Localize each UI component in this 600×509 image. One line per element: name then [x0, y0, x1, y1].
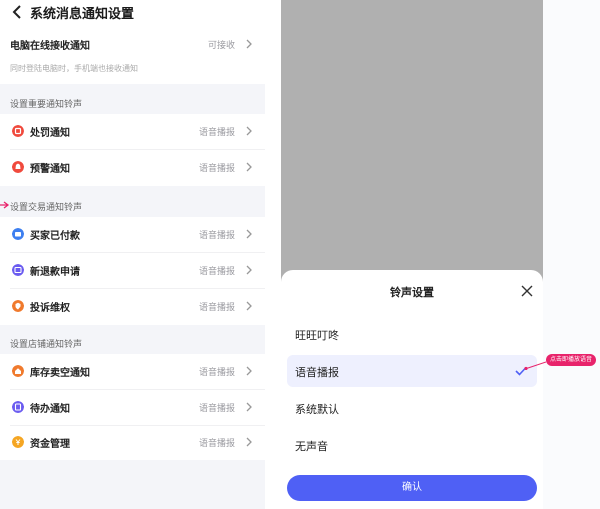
callout-badge: 点击即播放语音 — [546, 354, 597, 366]
chevron-right-icon — [246, 366, 252, 376]
pc-notify-title: 电脑在线接收通知 — [10, 41, 90, 52]
ringtone-sheet: 铃声设置 旺旺叮咚 语音播报 系统默认 无声音 确认 — [281, 270, 543, 509]
option-label: 旺旺叮咚 — [295, 329, 339, 342]
money-icon — [12, 436, 24, 448]
chevron-right-icon — [246, 229, 252, 239]
chevron-right-icon — [246, 39, 252, 49]
chevron-right-icon — [246, 437, 252, 447]
gutter — [265, 0, 281, 509]
row-paid-value: 语音播报 — [198, 231, 235, 241]
row-warning[interactable]: 预警通知 语音播报 — [0, 150, 265, 185]
row-refund[interactable]: 新退款申请 语音播报 — [0, 253, 265, 288]
row-funds-title: 资金管理 — [30, 439, 70, 450]
option-label: 无声音 — [295, 440, 328, 453]
pc-notify-card: 电脑在线接收通知 可接收 同时登陆电脑时，手机端也接收通知 — [0, 27, 265, 84]
header: 系统消息通知设置 — [0, 0, 265, 27]
section-label-important: 设置重要通知铃声 — [10, 100, 83, 110]
close-icon[interactable] — [521, 285, 533, 297]
row-penalty-value: 语音播报 — [198, 128, 235, 138]
row-warning-title: 预警通知 — [30, 164, 70, 175]
row-todo-value: 语音播报 — [198, 404, 235, 414]
settings-panel: 系统消息通知设置 电脑在线接收通知 可接收 同时登陆电脑时，手机端也接收通知 设… — [0, 0, 265, 509]
row-complaint[interactable]: 投诉维权 语音播报 — [0, 289, 265, 324]
row-stock-title: 库存卖空通知 — [30, 368, 90, 379]
row-penalty[interactable]: 处罚通知 语音播报 — [0, 114, 265, 149]
row-refund-title: 新退款申请 — [30, 267, 80, 278]
row-paid-title: 买家已付款 — [30, 231, 80, 242]
option-voice[interactable]: 语音播报 — [287, 355, 537, 387]
option-label: 语音播报 — [295, 366, 339, 379]
home-icon — [12, 365, 24, 377]
pointer-arrow-icon — [0, 201, 10, 209]
pc-notify-desc: 同时登陆电脑时，手机端也接收通知 — [10, 64, 138, 73]
chevron-right-icon — [246, 402, 252, 412]
pc-notify-value: 可接收 — [207, 41, 235, 51]
row-todo-title: 待办通知 — [30, 404, 70, 415]
todo-icon — [12, 401, 24, 413]
chevron-right-icon — [246, 301, 252, 311]
wallet-icon — [12, 228, 24, 240]
option-silent[interactable]: 无声音 — [287, 429, 537, 461]
important-card: 处罚通知 语音播报 预警通知 语音播报 — [0, 114, 265, 186]
row-penalty-title: 处罚通知 — [30, 128, 70, 139]
option-wangwang[interactable]: 旺旺叮咚 — [287, 318, 537, 350]
option-label: 系统默认 — [295, 403, 339, 416]
back-icon[interactable] — [10, 4, 26, 20]
row-paid[interactable]: 买家已付款 语音播报 — [0, 217, 265, 252]
shop-card: 库存卖空通知 语音播报 待办通知 语音播报 资金管理 语音播报 — [0, 354, 265, 460]
row-warning-value: 语音播报 — [198, 164, 235, 174]
row-refund-value: 语音播报 — [198, 267, 235, 277]
callout-pointer-icon — [524, 361, 546, 370]
right-margin — [543, 0, 600, 509]
row-funds-value: 语音播报 — [198, 439, 235, 449]
option-system[interactable]: 系统默认 — [287, 392, 537, 424]
row-stock[interactable]: 库存卖空通知 语音播报 — [0, 354, 265, 389]
penalty-icon — [12, 125, 24, 137]
row-funds[interactable]: 资金管理 语音播报 — [0, 425, 265, 460]
complaint-icon — [12, 300, 24, 312]
section-label-shop: 设置店铺通知铃声 — [10, 340, 83, 350]
confirm-button[interactable]: 确认 — [287, 475, 537, 501]
page-title: 系统消息通知设置 — [30, 7, 135, 22]
trade-card: 买家已付款 语音播报 新退款申请 语音播报 投诉维权 语音播报 — [0, 217, 265, 325]
pc-notify-row[interactable]: 电脑在线接收通知 可接收 — [0, 27, 265, 62]
section-label-trade: 设置交易通知铃声 — [10, 203, 83, 213]
chevron-right-icon — [246, 126, 252, 136]
sheet-title: 铃声设置 — [390, 286, 434, 299]
row-stock-value: 语音播报 — [198, 368, 235, 378]
row-complaint-value: 语音播报 — [198, 303, 235, 313]
chevron-right-icon — [246, 162, 252, 172]
row-todo[interactable]: 待办通知 语音播报 — [0, 390, 265, 425]
chevron-right-icon — [246, 265, 252, 275]
row-complaint-title: 投诉维权 — [30, 303, 70, 314]
bell-icon — [12, 161, 24, 173]
refund-icon — [12, 264, 24, 276]
